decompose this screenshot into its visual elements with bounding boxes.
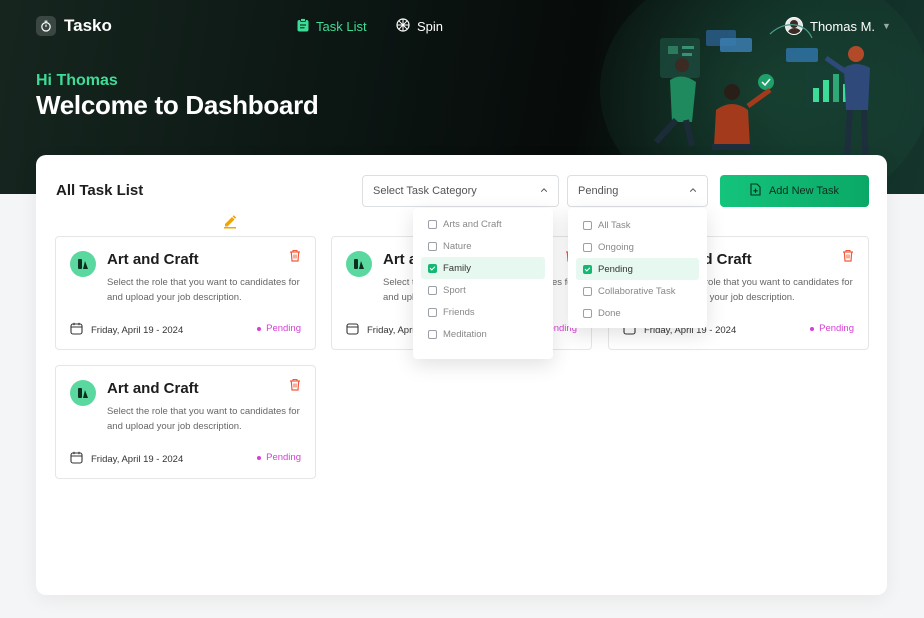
status-badge: Pending (257, 323, 301, 334)
checkbox[interactable] (583, 242, 592, 252)
category-select[interactable]: Select Task Category (362, 175, 559, 207)
status-option-all-task[interactable]: All Task (576, 214, 699, 236)
status-option-collaborative-task[interactable]: Collaborative Task (576, 280, 699, 302)
category-option-label: Family (443, 262, 471, 274)
task-date: Friday, April 19 - 2024 (70, 322, 183, 338)
category-select-value: Select Task Category (373, 185, 477, 197)
checkbox[interactable] (428, 241, 437, 251)
page-title: Welcome to Dashboard (36, 90, 319, 120)
add-file-icon (750, 183, 761, 199)
calendar-icon (70, 451, 83, 467)
checkbox-checked[interactable] (583, 264, 592, 274)
trash-icon[interactable] (842, 249, 854, 267)
task-description: Select the role that you want to candida… (107, 406, 300, 432)
checkbox[interactable] (583, 308, 592, 318)
task-title: Art and Craft (107, 380, 199, 397)
nav-task-list[interactable]: Task List (297, 18, 367, 35)
checkbox[interactable] (583, 220, 592, 230)
task-card[interactable]: Art and Craft Select the role that you w… (55, 236, 316, 350)
add-new-task-label: Add New Task (768, 185, 840, 197)
status-dropdown: All Task Ongoing Pending Collaborative T… (568, 208, 707, 328)
checkbox[interactable] (583, 286, 592, 296)
chevron-up-icon (540, 185, 548, 197)
category-option-family[interactable]: Family (421, 257, 545, 279)
category-option-label: Nature (443, 240, 472, 252)
checkbox[interactable] (428, 307, 437, 317)
checkbox[interactable] (428, 219, 437, 229)
stopwatch-icon (36, 16, 56, 36)
task-date: Friday, April 19 - 2024 (70, 451, 183, 467)
status-option-label: Done (598, 307, 621, 319)
category-option-friends[interactable]: Friends (421, 301, 545, 323)
checkbox[interactable] (428, 329, 437, 339)
status-option-label: Collaborative Task (598, 285, 676, 297)
chevron-up-icon (689, 185, 697, 197)
status-option-done[interactable]: Done (576, 302, 699, 324)
category-option-meditation[interactable]: Meditation (421, 323, 545, 345)
category-option-label: Meditation (443, 328, 487, 340)
add-new-task-button[interactable]: Add New Task (720, 175, 869, 207)
panel-title: All Task List (56, 182, 144, 199)
status-select[interactable]: Pending (567, 175, 708, 207)
category-dropdown: Arts and Craft Nature Family Sport Frien… (413, 208, 553, 359)
calendar-icon (70, 322, 83, 338)
status-option-label: Ongoing (598, 241, 634, 253)
nav-spin[interactable]: Spin (396, 18, 443, 35)
trash-icon[interactable] (289, 378, 301, 396)
status-option-ongoing[interactable]: Ongoing (576, 236, 699, 258)
task-description: Select the role that you want to candida… (107, 277, 300, 303)
app-name: Tasko (64, 16, 112, 35)
calendar-icon (346, 322, 359, 338)
task-date-text: Friday, April 19 - 2024 (91, 453, 184, 465)
app-logo[interactable]: Tasko (36, 16, 112, 36)
task-date-text: Friday, April 19 - 2024 (91, 324, 184, 336)
pencil-icon[interactable] (222, 213, 238, 234)
category-icon (70, 380, 96, 406)
category-option-label: Friends (443, 306, 475, 318)
category-option-label: Arts and Craft (443, 218, 502, 230)
clipboard-icon (297, 18, 309, 35)
category-icon (70, 251, 96, 277)
category-option-sport[interactable]: Sport (421, 279, 545, 301)
category-option-arts-and-craft[interactable]: Arts and Craft (421, 213, 545, 235)
status-badge: Pending (810, 323, 854, 334)
trash-icon[interactable] (289, 249, 301, 267)
category-option-nature[interactable]: Nature (421, 235, 545, 257)
category-option-label: Sport (443, 284, 466, 296)
status-option-label: Pending (598, 263, 633, 275)
wheel-icon (396, 18, 410, 35)
status-badge: Pending (257, 452, 301, 463)
status-option-label: All Task (598, 219, 631, 231)
category-icon (346, 251, 372, 277)
nav-spin-label: Spin (417, 19, 444, 34)
nav-task-list-label: Task List (316, 19, 367, 34)
task-title: Art and Craft (107, 251, 199, 268)
checkbox[interactable] (428, 285, 437, 295)
task-card[interactable]: Art and Craft Select the role that you w… (55, 365, 316, 479)
status-option-pending[interactable]: Pending (576, 258, 699, 280)
checkbox-checked[interactable] (428, 263, 437, 273)
status-select-value: Pending (578, 185, 619, 197)
greeting: Hi Thomas (36, 72, 118, 89)
